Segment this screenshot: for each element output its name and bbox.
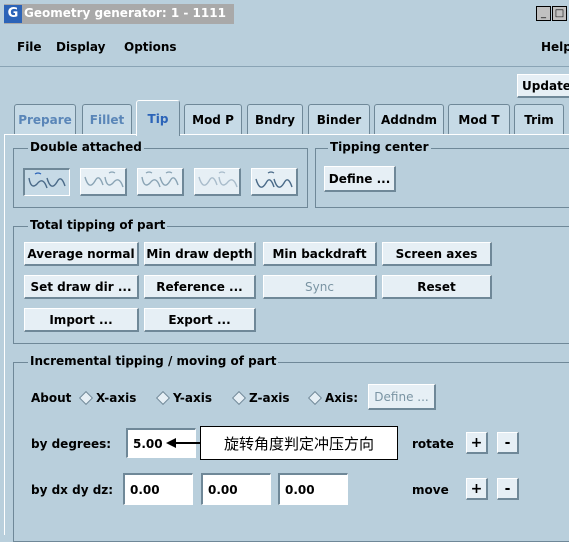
by-dxdydz-label: by dx dy dz: — [31, 483, 114, 497]
update-button[interactable]: Update — [517, 74, 569, 98]
app-icon: G — [4, 5, 22, 23]
reference-button[interactable]: Reference ... — [144, 275, 256, 299]
rotation-annotation-callout: 旋转角度判定冲压方向 — [200, 426, 398, 460]
tab-binder[interactable]: Binder — [308, 104, 370, 134]
move-plus-button[interactable]: + — [466, 478, 488, 500]
tipping-center-define-button[interactable]: Define ... — [324, 166, 396, 192]
z-axis-label: Z-axis — [249, 391, 290, 405]
double-attached-icon-3[interactable] — [137, 168, 184, 196]
export-button[interactable]: Export ... — [144, 308, 256, 332]
menu-file[interactable]: File — [17, 40, 42, 54]
menu-bar: File Display Options Help — [0, 28, 569, 67]
min-backdraft-button[interactable]: Min backdraft — [263, 242, 377, 266]
double-attached-icon-3-glyph — [141, 171, 179, 188]
about-label: About — [31, 391, 72, 405]
double-attached-icon-2-glyph — [84, 171, 124, 188]
minimize-button[interactable]: _ — [536, 6, 551, 21]
y-axis-label: Y-axis — [173, 391, 212, 405]
tab-fillet[interactable]: Fillet — [82, 104, 132, 134]
incremental-tipping-label: Incremental tipping / moving of part — [28, 354, 279, 368]
by-degrees-label: by degrees: — [31, 437, 112, 451]
import-button[interactable]: Import ... — [24, 308, 139, 332]
rotate-plus-button[interactable]: + — [466, 432, 488, 454]
double-attached-icon-5-glyph — [255, 171, 293, 188]
double-attached-icon-1[interactable] — [23, 168, 70, 196]
menu-options[interactable]: Options — [124, 40, 177, 54]
tab-mod-t[interactable]: Mod T — [448, 104, 510, 134]
window-title: Geometry generator: 1 - 1111 — [24, 6, 226, 20]
dz-input[interactable]: 0.00 — [278, 473, 348, 505]
tab-trim[interactable]: Trim — [514, 104, 564, 134]
move-label: move — [412, 483, 449, 497]
tab-mod-p[interactable]: Mod P — [184, 104, 242, 134]
dx-input[interactable]: 0.00 — [123, 473, 193, 505]
tab-prepare[interactable]: Prepare — [14, 104, 76, 134]
double-attached-icon-1-glyph — [28, 172, 66, 189]
reset-button[interactable]: Reset — [382, 275, 492, 299]
double-attached-icon-5[interactable] — [251, 168, 298, 196]
total-tipping-label: Total tipping of part — [28, 218, 168, 232]
rotate-minus-button[interactable]: - — [497, 432, 519, 454]
menu-help[interactable]: Help — [541, 40, 569, 54]
min-draw-depth-button[interactable]: Min draw depth — [144, 242, 256, 266]
tab-addndm[interactable]: Addndm — [374, 104, 444, 134]
tipping-center-label: Tipping center — [328, 140, 431, 154]
double-attached-icon-2[interactable] — [80, 168, 127, 196]
dy-input[interactable]: 0.00 — [201, 473, 271, 505]
x-axis-label: X-axis — [96, 391, 137, 405]
sync-button[interactable]: Sync — [263, 275, 377, 299]
axis-label: Axis: — [325, 391, 359, 405]
annotation-arrow-icon — [166, 438, 200, 448]
set-draw-dir-button[interactable]: Set draw dir ... — [24, 275, 139, 299]
double-attached-icon-4[interactable] — [194, 168, 241, 196]
menu-display[interactable]: Display — [56, 40, 105, 54]
tab-tip[interactable]: Tip — [136, 100, 180, 136]
maximize-button[interactable]: □ — [552, 6, 567, 21]
double-attached-label: Double attached — [28, 140, 144, 154]
axis-define-button[interactable]: Define ... — [368, 384, 436, 410]
screen-axes-button[interactable]: Screen axes — [382, 242, 492, 266]
title-bar: G Geometry generator: 1 - 1111 _ □ — [0, 0, 569, 28]
move-minus-button[interactable]: - — [497, 478, 519, 500]
tab-bndry[interactable]: Bndry — [247, 104, 303, 134]
double-attached-icon-4-glyph — [198, 171, 238, 188]
average-normal-button[interactable]: Average normal — [24, 242, 139, 266]
rotate-label: rotate — [412, 437, 454, 451]
